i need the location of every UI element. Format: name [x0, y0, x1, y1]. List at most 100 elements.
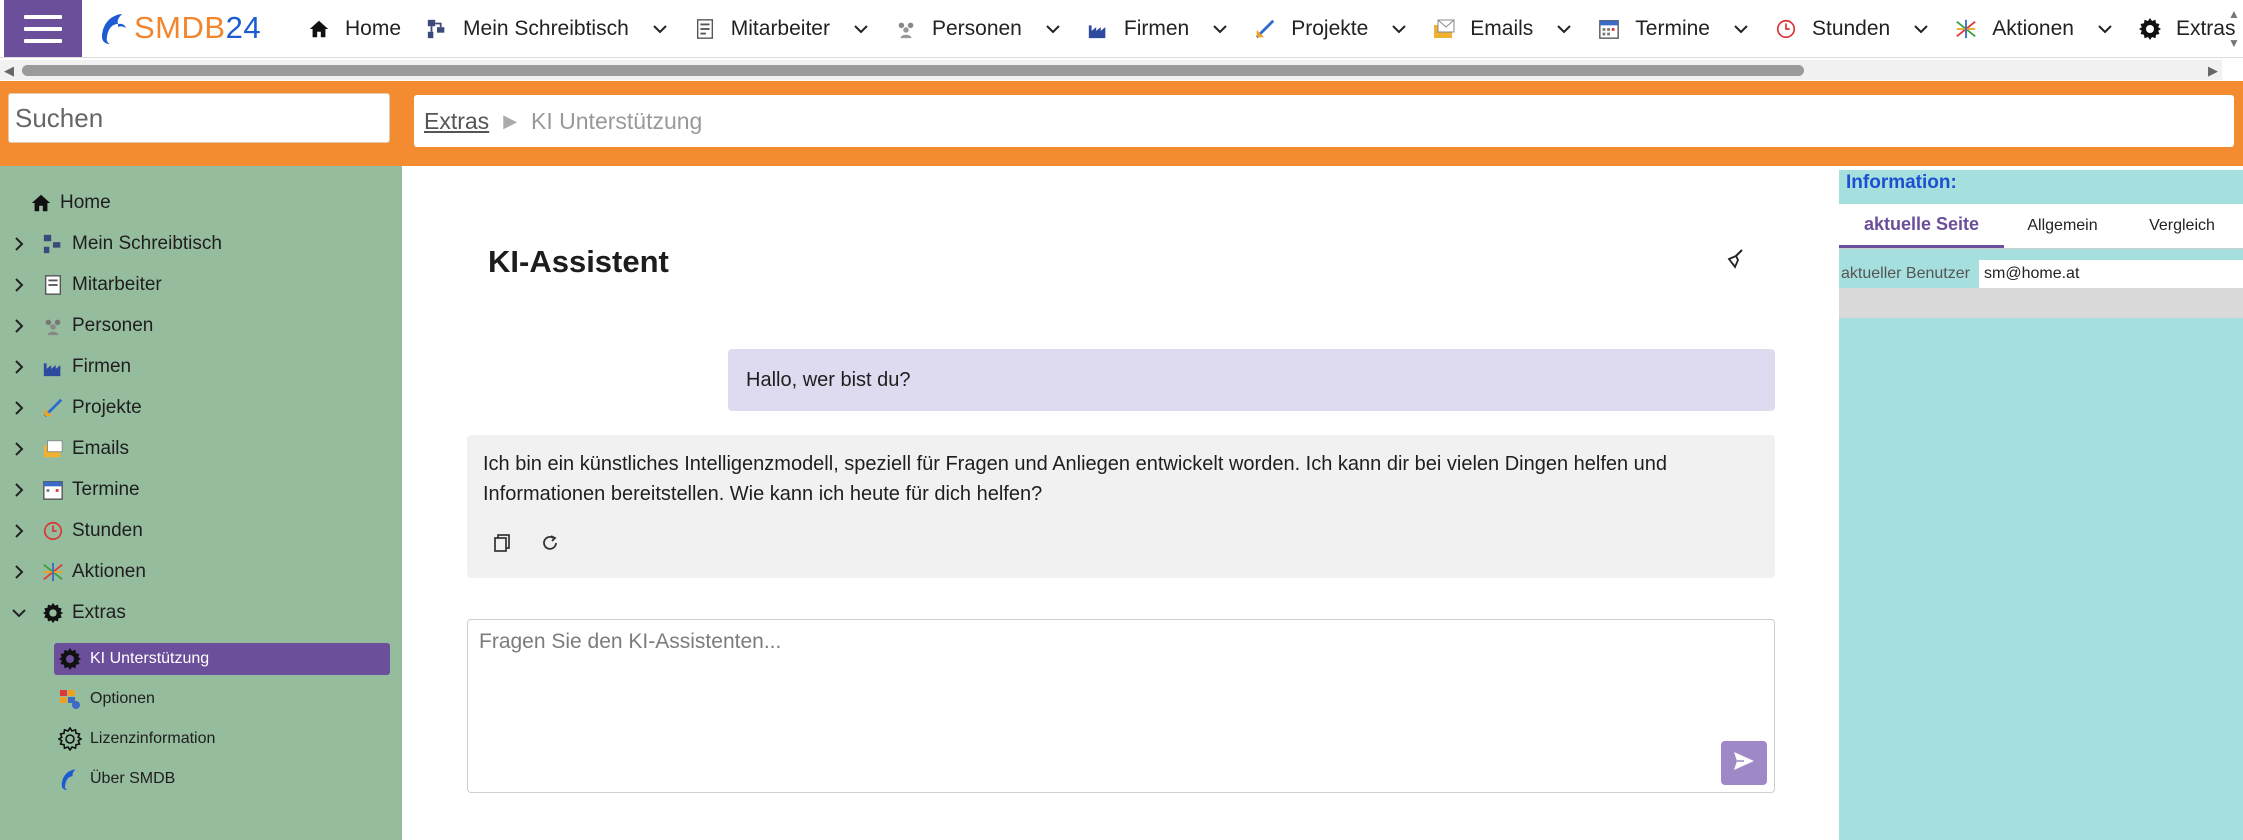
nav-label: Home	[345, 16, 402, 40]
search-input[interactable]	[8, 93, 390, 143]
options-icon	[58, 687, 82, 711]
chevron-right-icon[interactable]	[10, 481, 28, 499]
chevron-down-icon	[852, 20, 870, 38]
gear-icon	[42, 602, 64, 624]
clock-icon	[42, 520, 64, 542]
sidebar-item-home[interactable]: Home	[30, 185, 111, 221]
people-icon	[894, 17, 918, 41]
chevron-right-icon[interactable]	[10, 276, 28, 294]
sidebar-subitem-lizenzinformation[interactable]: Lizenzinformation	[54, 723, 390, 755]
project-icon	[1253, 17, 1277, 41]
sidebar-item-label: Firmen	[72, 356, 132, 377]
sidebar-subitem-ueber-smdb[interactable]: Über SMDB	[54, 763, 390, 795]
home-icon	[307, 17, 331, 41]
nav-firmen[interactable]: Firmen	[1074, 0, 1241, 57]
assistant-message: Ich bin ein künstliches Intelligenzmodel…	[467, 435, 1775, 578]
desk-icon	[425, 17, 449, 41]
sidebar-item-termine[interactable]: Termine	[0, 472, 140, 508]
chevron-right-icon[interactable]	[10, 440, 28, 458]
sidebar-item-projekte[interactable]: Projekte	[0, 390, 142, 426]
sidebar-item-label: Emails	[72, 438, 130, 459]
breadcrumb-separator-icon: ▶	[503, 110, 518, 131]
sidebar-item-label: Mitarbeiter	[72, 274, 162, 295]
information-title: Information:	[1846, 172, 1957, 193]
sidebar-subitem-optionen[interactable]: Optionen	[54, 683, 390, 715]
vertical-scroll-arrows[interactable]: ▲ ▼	[2225, 0, 2243, 57]
info-divider	[1839, 288, 2243, 318]
sidebar-item-label: Aktionen	[72, 561, 146, 582]
copy-icon[interactable]	[489, 530, 515, 556]
scrollbar-thumb[interactable]	[22, 65, 1804, 76]
tab-vergleich[interactable]: Vergleich	[2121, 204, 2243, 248]
chevron-right-icon[interactable]	[10, 399, 28, 417]
send-icon	[1732, 750, 1756, 777]
nav-label: Stunden	[1811, 16, 1891, 40]
info-row-value: sm@home.at	[1979, 260, 2243, 288]
horizontal-scrollbar[interactable]: ◀ ▶	[0, 60, 2222, 80]
chevron-down-icon	[1732, 20, 1750, 38]
scroll-left-icon[interactable]: ◀	[4, 63, 14, 79]
sidebar-item-firmen[interactable]: Firmen	[0, 349, 131, 385]
sidebar-item-stunden[interactable]: Stunden	[0, 513, 143, 549]
nav-home[interactable]: Home	[295, 0, 413, 57]
gear-icon	[2138, 17, 2162, 41]
nav-emails[interactable]: Emails	[1420, 0, 1585, 57]
nav-label: Mein Schreibtisch	[463, 16, 629, 40]
sidebar-item-label: Mein Schreibtisch	[72, 233, 222, 254]
chevron-down-icon	[1390, 20, 1408, 38]
sidebar-item-emails[interactable]: Emails	[0, 431, 129, 467]
chat-input[interactable]	[467, 619, 1775, 793]
sidebar-subitem-label: Lizenzinformation	[90, 730, 216, 747]
sidebar-item-extras[interactable]: Extras	[0, 595, 126, 631]
sidebar-item-personen[interactable]: Personen	[0, 308, 153, 344]
nav-termine[interactable]: Termine	[1585, 0, 1762, 57]
nav-aktionen[interactable]: Aktionen	[1942, 0, 2126, 57]
scroll-up-icon[interactable]: ▲	[2228, 7, 2240, 21]
clear-chat-button[interactable]	[1720, 246, 1750, 276]
scroll-right-icon[interactable]: ▶	[2208, 63, 2218, 79]
nav-projekte[interactable]: Projekte	[1241, 0, 1420, 57]
nav-label: Projekte	[1291, 16, 1369, 40]
sidebar-item-mitarbeiter[interactable]: Mitarbeiter	[0, 267, 162, 303]
main-content: KI-Assistent Hallo, wer bist du? Ich bin…	[402, 166, 1839, 840]
clock-icon	[1774, 17, 1798, 41]
chevron-right-icon[interactable]	[10, 317, 28, 335]
sidebar-item-aktionen[interactable]: Aktionen	[0, 554, 146, 590]
chevron-right-icon[interactable]	[10, 235, 28, 253]
app-logo[interactable]: SMDB24	[98, 8, 261, 48]
sidebar-item-label: Termine	[72, 479, 140, 500]
chevron-right-icon[interactable]	[10, 358, 28, 376]
scroll-down-icon[interactable]: ▼	[2228, 36, 2240, 50]
actions-icon	[42, 561, 64, 583]
sidebar-item-label: Personen	[72, 315, 154, 336]
factory-icon	[1086, 17, 1110, 41]
sidebar-item-mein-schreibtisch[interactable]: Mein Schreibtisch	[0, 226, 222, 262]
info-row-current-user: aktueller Benutzer sm@home.at	[1839, 260, 2243, 288]
sidebar-item-label: Projekte	[72, 397, 142, 418]
chevron-right-icon[interactable]	[10, 563, 28, 581]
send-button[interactable]	[1721, 741, 1767, 785]
tab-allgemein[interactable]: Allgemein	[2004, 204, 2121, 248]
nav-personen[interactable]: Personen	[882, 0, 1074, 57]
gear-outline-icon	[58, 727, 82, 751]
sidebar-subitem-ki-unterstuetzung[interactable]: KI Unterstützung	[54, 643, 390, 675]
employee-icon	[693, 17, 717, 41]
email-icon	[42, 438, 64, 460]
nav-stunden[interactable]: Stunden	[1762, 0, 1942, 57]
menu-toggle-button[interactable]	[4, 0, 82, 57]
email-icon	[1432, 17, 1456, 41]
nav-menu: Home Mein Schreibtisch Mitarbeiter Perso…	[295, 0, 2243, 57]
breadcrumb-link-extras[interactable]: Extras	[424, 108, 489, 135]
chevron-down-icon	[1555, 20, 1573, 38]
chevron-down-icon[interactable]	[10, 604, 28, 622]
page-title: KI-Assistent	[488, 244, 669, 279]
nav-mitarbeiter[interactable]: Mitarbeiter	[681, 0, 882, 57]
nav-label: Termine	[1635, 16, 1710, 40]
people-icon	[42, 315, 64, 337]
calendar-icon	[42, 479, 64, 501]
sidebar-item-label: Stunden	[72, 520, 143, 541]
tab-aktuelle-seite[interactable]: aktuelle Seite	[1839, 204, 2004, 248]
regenerate-icon[interactable]	[537, 530, 563, 556]
nav-mein-schreibtisch[interactable]: Mein Schreibtisch	[413, 0, 681, 57]
chevron-right-icon[interactable]	[10, 522, 28, 540]
